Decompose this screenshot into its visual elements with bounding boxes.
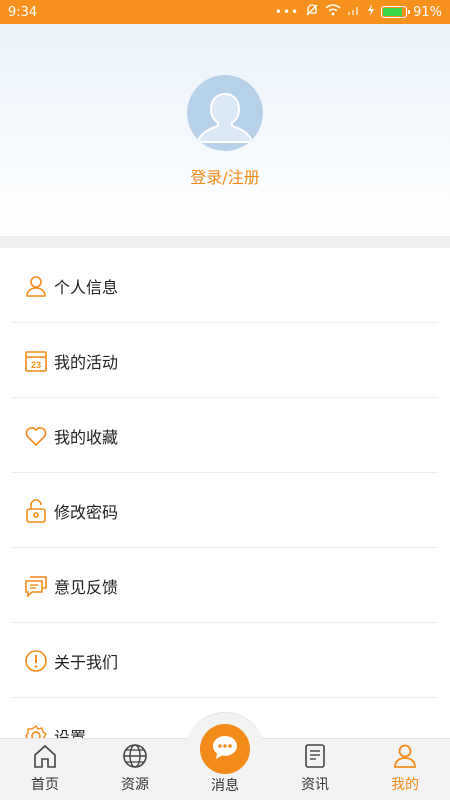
tab-messages-label: 消息: [211, 778, 239, 794]
menu-item-my-favorites[interactable]: 我的收藏: [0, 398, 450, 473]
default-avatar-icon[interactable]: [187, 75, 263, 151]
info-circle-icon: [24, 649, 48, 673]
chat-bubbles-icon: [24, 574, 48, 598]
battery-icon: [381, 6, 411, 18]
battery-percent: 91%: [413, 4, 442, 20]
section-divider: [0, 236, 450, 248]
bell-muted-icon: [305, 3, 319, 21]
menu-item-about-us[interactable]: 关于我们: [0, 623, 450, 698]
status-time: 9:34: [8, 4, 38, 20]
menu-item-label: 个人信息: [54, 277, 119, 297]
menu-item-label: 设置: [54, 727, 87, 739]
tab-label: 资讯: [301, 777, 329, 793]
menu-item-label: 我的收藏: [54, 427, 119, 447]
tab-home[interactable]: 首页: [0, 739, 90, 800]
message-icon: [210, 732, 240, 766]
menu-item-label: 意见反馈: [54, 577, 119, 597]
heart-icon: [24, 424, 48, 448]
menu-list: 个人信息 23 我的活动 我的收藏 修改密码 意见反馈 关于我们 设置: [0, 248, 450, 738]
home-icon: [31, 742, 59, 770]
menu-item-my-activities[interactable]: 23 我的活动: [0, 323, 450, 398]
calendar-day-text: 23: [31, 360, 41, 370]
gear-icon: [24, 724, 48, 738]
wifi-icon: [325, 4, 341, 20]
unlock-icon: [24, 498, 48, 523]
globe-icon: [121, 742, 149, 770]
calendar-icon: 23: [24, 349, 48, 373]
battery-level: [383, 8, 403, 16]
tab-label: 资源: [121, 777, 149, 793]
tab-news[interactable]: 资讯: [270, 739, 360, 800]
charging-icon: [367, 4, 375, 20]
status-bar: 9:34 ••• 91%: [0, 0, 450, 24]
tab-messages[interactable]: [200, 724, 250, 774]
profile-header: 登录/注册: [0, 24, 450, 236]
person-icon: [391, 742, 419, 770]
signal-icon: [347, 4, 361, 20]
menu-item-label: 我的活动: [54, 352, 119, 372]
tab-mine[interactable]: 我的: [360, 739, 450, 800]
status-icons: ••• 91%: [275, 3, 442, 21]
menu-item-change-password[interactable]: 修改密码: [0, 473, 450, 548]
menu-item-label: 修改密码: [54, 502, 119, 522]
menu-item-label: 关于我们: [54, 652, 119, 672]
menu-item-profile-info[interactable]: 个人信息: [0, 248, 450, 323]
tab-label: 我的: [391, 777, 419, 793]
tab-resources[interactable]: 资源: [90, 739, 180, 800]
login-register-link[interactable]: 登录/注册: [0, 164, 450, 188]
news-icon: [301, 742, 329, 770]
person-icon: [24, 274, 48, 298]
menu-item-feedback[interactable]: 意见反馈: [0, 548, 450, 623]
more-dots-icon: •••: [274, 5, 300, 19]
tab-label: 首页: [31, 777, 59, 793]
